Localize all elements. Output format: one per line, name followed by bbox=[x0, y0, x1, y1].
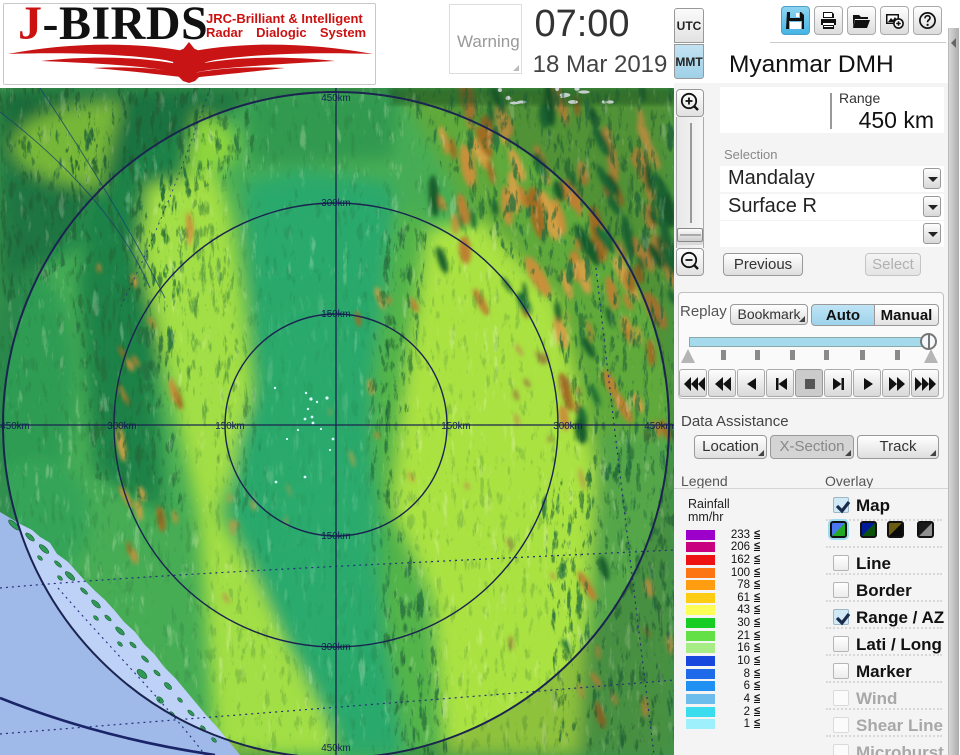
svg-text:150km: 150km bbox=[321, 309, 350, 320]
svg-text:150km: 150km bbox=[441, 421, 470, 432]
svg-text:300km: 300km bbox=[321, 198, 350, 209]
svg-text:300km: 300km bbox=[321, 642, 350, 653]
svg-text:450km: 450km bbox=[321, 93, 350, 104]
svg-text:150km: 150km bbox=[215, 421, 244, 432]
svg-text:300km: 300km bbox=[107, 421, 136, 432]
svg-text:450km: 450km bbox=[321, 743, 350, 754]
svg-text:450km: 450km bbox=[644, 421, 673, 432]
svg-text:150km: 150km bbox=[321, 531, 350, 542]
svg-text:450km: 450km bbox=[0, 421, 29, 432]
svg-text:300km: 300km bbox=[553, 421, 582, 432]
